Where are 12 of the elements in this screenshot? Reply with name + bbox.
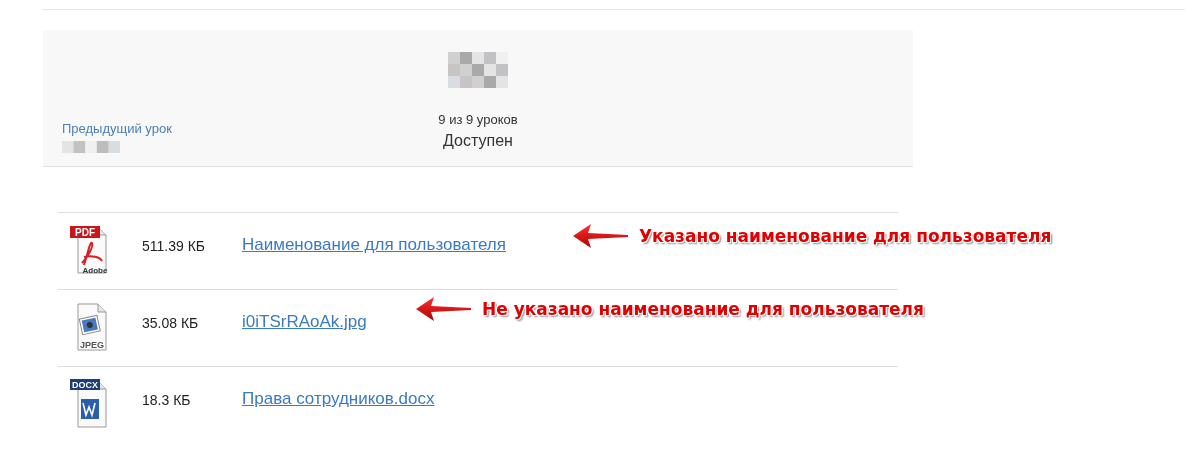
file-size: 35.08 КБ (142, 315, 200, 331)
previous-lesson-link[interactable]: Предыдущий урок (62, 121, 340, 136)
lesson-status: Доступен (443, 132, 513, 150)
file-size: 18.3 КБ (142, 392, 192, 408)
annotation-text: Не указано наименование для пользователя (482, 299, 924, 319)
file-size: 511.39 КБ (142, 238, 206, 254)
arrow-icon (572, 223, 629, 249)
file-link[interactable]: Наименование для пользователя (242, 235, 506, 255)
arrow-icon (415, 296, 472, 322)
file-link[interactable]: Права сотрудников.docx (242, 389, 435, 409)
annotation-text: Указано наименование для пользователя (639, 226, 1052, 246)
file-link[interactable]: i0iTSrRAoAk.jpg (242, 312, 367, 332)
